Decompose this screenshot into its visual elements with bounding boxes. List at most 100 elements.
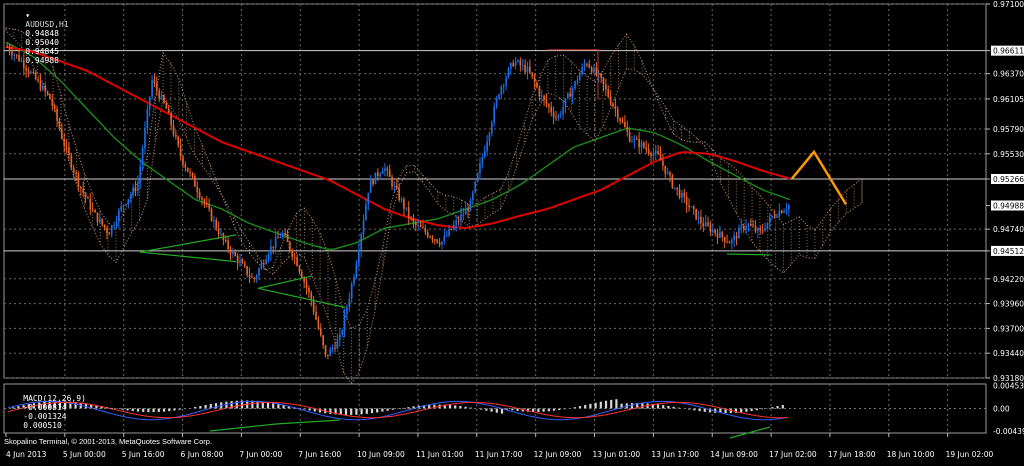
- candle-body: [671, 175, 674, 188]
- candle-body: [526, 66, 529, 73]
- candle-body: [403, 199, 405, 209]
- candle-body: [424, 227, 427, 233]
- candle-body: [593, 67, 595, 73]
- price-label: 0.96611: [993, 47, 1024, 56]
- candle-body: [600, 73, 602, 78]
- candle-body: [139, 165, 142, 183]
- time-label: 11 Jun 01:00: [416, 450, 464, 459]
- candle-body: [274, 237, 277, 248]
- candle-body: [552, 112, 555, 118]
- candle-body: [120, 205, 123, 211]
- candle-body: [650, 153, 652, 156]
- candle-body: [533, 76, 536, 83]
- candle-body: [491, 122, 493, 134]
- candle-body: [448, 228, 450, 236]
- time-label: 12 Jun 09:00: [534, 450, 582, 459]
- candle-body: [754, 226, 757, 232]
- low-value: 0.94845: [25, 47, 59, 56]
- candle-body: [248, 274, 251, 278]
- candle-body: [395, 185, 398, 189]
- candle-body: [787, 205, 790, 210]
- candle-body: [232, 251, 234, 254]
- candle-body: [329, 348, 332, 356]
- candle-body: [56, 108, 58, 121]
- candle-body: [709, 225, 712, 233]
- candle-body: [548, 104, 550, 107]
- candle-body: [714, 230, 716, 234]
- candle-body: [201, 197, 203, 200]
- candle-body: [745, 225, 747, 229]
- candle-body: [196, 186, 199, 193]
- candle-body: [355, 263, 358, 278]
- time-label: 19 Jun 02:00: [946, 450, 994, 459]
- candle-body: [562, 107, 564, 115]
- candle-body: [146, 109, 149, 129]
- candle-body: [388, 169, 391, 177]
- candle-body: [567, 93, 569, 99]
- candle-body: [410, 217, 412, 219]
- candle-body: [39, 80, 42, 90]
- candle-body: [350, 283, 353, 299]
- candle-body: [338, 334, 341, 340]
- price-label: 0.94220: [993, 275, 1024, 284]
- candle-body: [175, 134, 177, 137]
- candle-body: [602, 77, 605, 85]
- candle-body: [251, 277, 253, 279]
- candle-body: [476, 173, 479, 182]
- candle-body: [129, 194, 132, 199]
- candle-body: [688, 205, 690, 208]
- candle-body: [153, 80, 156, 84]
- macd-value-1: -0.000814: [23, 403, 67, 412]
- candle-body: [764, 229, 766, 231]
- candle-body: [327, 354, 329, 356]
- candle-body: [365, 204, 367, 221]
- candle-body: [631, 141, 633, 143]
- candle-body: [198, 192, 201, 198]
- candle-body: [683, 192, 686, 197]
- candle-body: [726, 241, 728, 243]
- candle-body: [654, 151, 657, 154]
- candle-body: [331, 347, 334, 349]
- macd-header: MACD(12,26,9) -0.000814 -0.001324 0.0005…: [4, 385, 86, 439]
- candle-body: [49, 94, 51, 99]
- candle-body: [624, 122, 626, 128]
- candle-body: [524, 64, 526, 73]
- candle-body: [374, 172, 377, 185]
- candle-body: [605, 84, 607, 90]
- candle-body: [341, 330, 344, 335]
- candle-body: [752, 225, 755, 227]
- candle-body: [609, 96, 612, 104]
- dropdown-arrow-icon[interactable]: ▾: [25, 11, 30, 20]
- candle-body: [512, 63, 515, 67]
- macd-value-2: -0.001324: [23, 412, 67, 421]
- candle-body: [749, 224, 752, 226]
- candle-body: [122, 204, 125, 206]
- candle-body: [300, 271, 303, 279]
- candle-body: [156, 83, 158, 91]
- candle-body: [127, 198, 130, 204]
- candle-body: [348, 298, 351, 308]
- candle-body: [738, 227, 740, 239]
- candle-body: [517, 60, 519, 62]
- candle-body: [58, 120, 61, 129]
- price-label: 0.95266: [993, 175, 1024, 184]
- candle-body: [243, 263, 246, 267]
- candle-body: [519, 60, 522, 66]
- candle-body: [305, 282, 308, 288]
- candle-body: [616, 109, 619, 119]
- candle-body: [103, 224, 106, 228]
- copyright-text: Skopalino Terminal, © 2001-2013, MetaQuo…: [4, 437, 213, 446]
- candle-body: [322, 335, 324, 346]
- candle-body: [778, 210, 781, 217]
- candle-body: [483, 151, 486, 158]
- price-label: 0.94988: [993, 202, 1024, 211]
- candle-body: [586, 64, 588, 66]
- price-label: 0.93440: [993, 349, 1024, 358]
- macd-tick-label: 0.00453: [993, 381, 1024, 390]
- candle-body: [68, 147, 70, 156]
- candle-body: [467, 208, 469, 211]
- candle-body: [716, 233, 719, 238]
- candle-body: [768, 217, 771, 224]
- candle-body: [393, 185, 396, 187]
- price-chart[interactable]: 0.97100 0.96611 0.96370 0.96105 0.95790 0.955…: [0, 0, 1024, 462]
